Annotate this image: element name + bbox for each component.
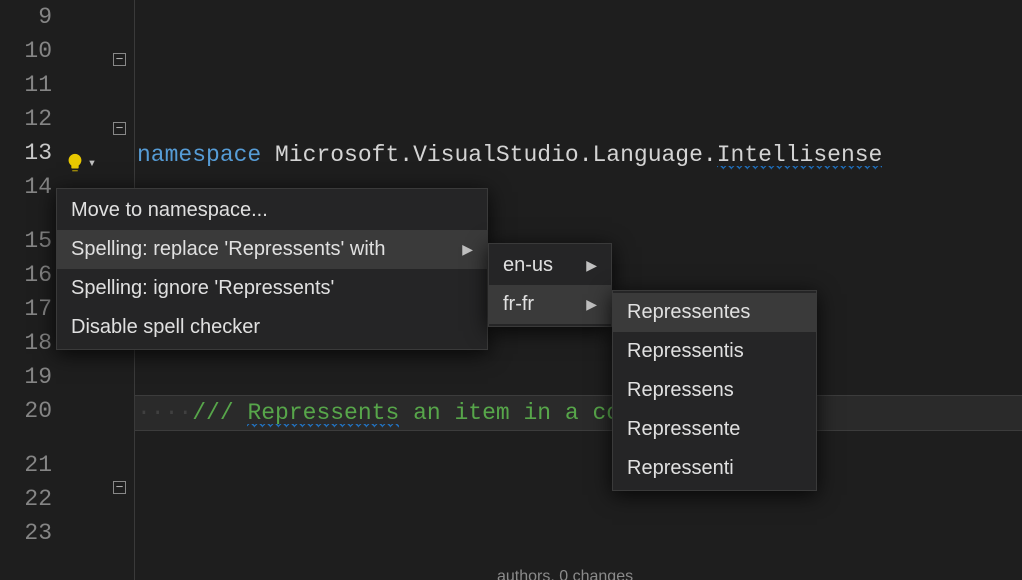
fold-toggle[interactable]: − xyxy=(113,481,126,494)
menu-item-label: Repressenti xyxy=(627,457,734,480)
code-line xyxy=(137,482,1022,516)
line-number: 18 xyxy=(0,326,52,360)
line-number: 12 xyxy=(0,102,52,136)
line-number: 14 xyxy=(0,170,52,204)
lightbulb-icon xyxy=(64,152,86,174)
line-number: 19 xyxy=(0,360,52,394)
line-number: 10 xyxy=(0,34,52,68)
chevron-right-icon: ▶ xyxy=(586,296,597,313)
menu-item-lang-en-us[interactable]: en-us ▶ xyxy=(489,246,611,285)
menu-item-suggestion[interactable]: Repressentis xyxy=(613,332,816,371)
menu-item-label: Repressens xyxy=(627,379,734,402)
menu-item-label: fr-fr xyxy=(503,293,534,316)
menu-item-label: Disable spell checker xyxy=(71,316,260,339)
line-number: 22 xyxy=(0,482,52,516)
menu-item-label: Repressentes xyxy=(627,301,750,324)
line-number: 23 xyxy=(0,516,52,550)
xml-doc-slash: /// xyxy=(192,400,247,426)
menu-item-disable-spellcheck[interactable]: Disable spell checker xyxy=(57,308,487,347)
spelling-language-menu: en-us ▶ fr-fr ▶ xyxy=(488,243,612,327)
spell-error-word[interactable]: Intellisense xyxy=(717,142,883,170)
codelens[interactable]: authors, 0 changes xyxy=(497,568,1022,580)
menu-item-suggestion[interactable]: Repressenti xyxy=(613,449,816,488)
chevron-down-icon: ▾ xyxy=(88,155,96,172)
lightbulb-quick-actions[interactable]: ▾ xyxy=(58,148,102,178)
fold-toggle[interactable]: − xyxy=(113,53,126,66)
menu-item-label: Repressentis xyxy=(627,340,744,363)
spell-error-word[interactable]: Repressents xyxy=(247,400,399,428)
menu-item-label: Spelling: replace 'Repressents' with xyxy=(71,238,385,261)
menu-item-lang-fr-fr[interactable]: fr-fr ▶ xyxy=(489,285,611,324)
code-line xyxy=(137,52,1022,86)
line-number: 11 xyxy=(0,68,52,102)
menu-item-suggestion[interactable]: Repressentes xyxy=(613,293,816,332)
code-line: namespace Microsoft.VisualStudio.Languag… xyxy=(137,138,1022,172)
menu-item-label: en-us xyxy=(503,254,553,277)
line-number-gutter: 9 10 11 12 13 14 15 16 17 18 19 20 21 22… xyxy=(0,0,58,580)
line-number: 17 xyxy=(0,292,52,326)
namespace-path: Microsoft.VisualStudio.Language. xyxy=(275,142,717,168)
chevron-right-icon: ▶ xyxy=(586,257,597,274)
line-number: 20 xyxy=(0,394,52,428)
line-number: 9 xyxy=(0,0,52,34)
quick-actions-menu: Move to namespace... Spelling: replace '… xyxy=(56,188,488,350)
menu-item-suggestion[interactable]: Repressens xyxy=(613,371,816,410)
line-number: 16 xyxy=(0,258,52,292)
menu-item-move-namespace[interactable]: Move to namespace... xyxy=(57,191,487,230)
keyword-namespace: namespace xyxy=(137,142,261,168)
fold-toggle[interactable]: − xyxy=(113,122,126,135)
line-number: 15 xyxy=(0,224,52,258)
chevron-right-icon: ▶ xyxy=(462,241,473,258)
menu-item-label: Repressente xyxy=(627,418,740,441)
code-line-current: ····/// Repressents an item in a complet… xyxy=(135,396,1022,430)
menu-item-spelling-ignore[interactable]: Spelling: ignore 'Repressents' xyxy=(57,269,487,308)
line-number: 21 xyxy=(0,448,52,482)
menu-item-suggestion[interactable]: Repressente xyxy=(613,410,816,449)
whitespace-dots: ···· xyxy=(137,400,192,426)
menu-item-label: Move to namespace... xyxy=(71,199,268,222)
menu-item-label: Spelling: ignore 'Repressents' xyxy=(71,277,334,300)
menu-item-spelling-replace[interactable]: Spelling: replace 'Repressents' with ▶ xyxy=(57,230,487,269)
line-number-current: 13 xyxy=(0,136,52,170)
spelling-suggestions-menu: Repressentes Repressentis Repressens Rep… xyxy=(612,290,817,491)
